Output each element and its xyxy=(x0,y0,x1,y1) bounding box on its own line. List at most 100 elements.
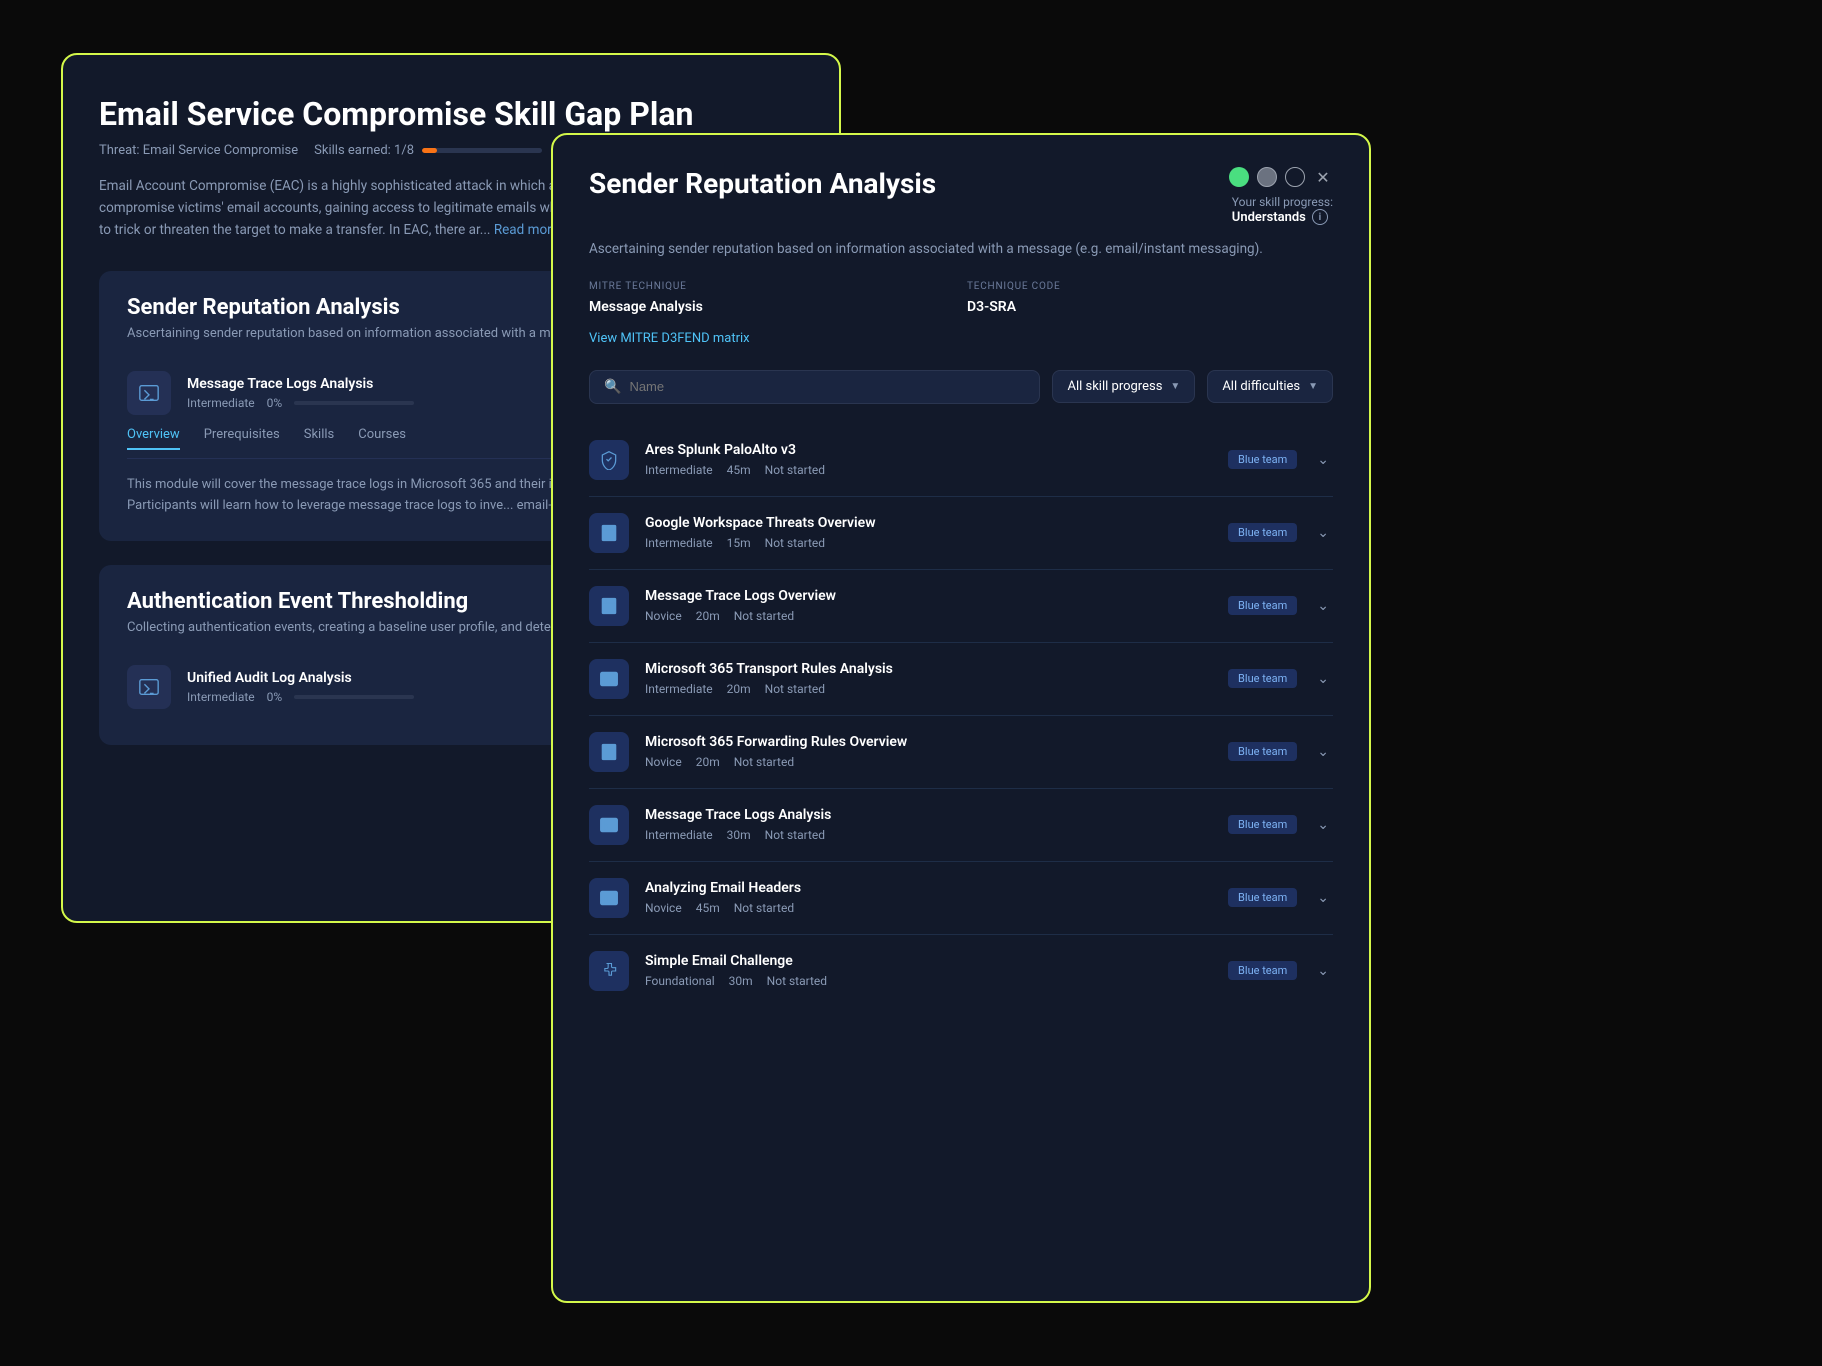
course-row[interactable]: Simple Email Challenge Foundational 30m … xyxy=(589,935,1333,1007)
chevron-down-icon-course-1[interactable]: ⌄ xyxy=(1313,521,1333,545)
course-meta-5: Intermediate 30m Not started xyxy=(645,828,1212,842)
course-status-1: Not started xyxy=(765,536,825,550)
course-name-6: Analyzing Email Headers xyxy=(645,880,1212,896)
course-name-3: Microsoft 365 Transport Rules Analysis xyxy=(645,661,1212,677)
chevron-down-icon-course-2[interactable]: ⌄ xyxy=(1313,594,1333,618)
blue-team-badge-1: Blue team xyxy=(1228,523,1297,542)
course-icon-6 xyxy=(589,878,629,918)
difficulty-filter[interactable]: All difficulties ▼ xyxy=(1207,370,1333,403)
course-row[interactable]: Message Trace Logs Analysis Intermediate… xyxy=(589,789,1333,862)
panel-description: Ascertaining sender reputation based on … xyxy=(589,239,1333,261)
chevron-down-icon-course-4[interactable]: ⌄ xyxy=(1313,740,1333,764)
skill-progress-value: Understands i xyxy=(1232,209,1333,225)
mitre-technique-value: Message Analysis xyxy=(589,299,703,315)
course-row[interactable]: Message Trace Logs Overview Novice 20m N… xyxy=(589,570,1333,643)
course-meta-1: Intermediate 15m Not started xyxy=(645,536,1212,550)
technique-code: TECHNIQUE CODE D3-SRA xyxy=(967,281,1333,315)
skill-progress-filter[interactable]: All skill progress ▼ xyxy=(1052,370,1195,403)
blue-team-badge-6: Blue team xyxy=(1228,888,1297,907)
search-input[interactable] xyxy=(629,379,1025,394)
wc-yellow[interactable] xyxy=(1257,167,1277,187)
course-row[interactable]: Microsoft 365 Transport Rules Analysis I… xyxy=(589,643,1333,716)
course-name-1: Google Workspace Threats Overview xyxy=(645,515,1212,531)
course-status-6: Not started xyxy=(734,901,794,915)
chevron-down-icon-course-3[interactable]: ⌄ xyxy=(1313,667,1333,691)
chevron-down-icon: ▼ xyxy=(1170,381,1180,392)
course-duration-0: 45m xyxy=(727,463,751,477)
panel-header: Sender Reputation Analysis ✕ Your skill … xyxy=(589,167,1333,225)
filters-row: 🔍 All skill progress ▼ All difficulties … xyxy=(589,370,1333,404)
blue-team-badge-4: Blue team xyxy=(1228,742,1297,761)
auth-module-icon xyxy=(127,665,171,709)
technique-code-value: D3-SRA xyxy=(967,299,1016,315)
blue-team-badge-5: Blue team xyxy=(1228,815,1297,834)
header-right: ✕ Your skill progress: Understands i xyxy=(1229,167,1333,225)
course-status-0: Not started xyxy=(765,463,825,477)
section-title: Sender Reputation Analysis xyxy=(127,295,400,320)
close-button[interactable]: ✕ xyxy=(1313,167,1333,187)
course-icon-5 xyxy=(589,805,629,845)
threat-label: Threat: Email Service Compromise xyxy=(99,143,298,158)
chevron-down-icon-2: ▼ xyxy=(1308,381,1318,392)
course-status-5: Not started xyxy=(765,828,825,842)
course-details-0: Ares Splunk PaloAlto v3 Intermediate 45m… xyxy=(645,442,1212,477)
module-difficulty: Intermediate xyxy=(187,396,255,410)
course-duration-6: 45m xyxy=(696,901,720,915)
course-duration-4: 20m xyxy=(696,755,720,769)
module-icon xyxy=(127,371,171,415)
skills-progress-bar xyxy=(422,148,542,153)
skills-progress-fill xyxy=(422,148,437,153)
auth-module-difficulty: Intermediate xyxy=(187,690,255,704)
course-icon-3 xyxy=(589,659,629,699)
chevron-down-icon-course-6[interactable]: ⌄ xyxy=(1313,886,1333,910)
info-icon[interactable]: i xyxy=(1312,209,1328,225)
tab-courses[interactable]: Courses xyxy=(358,427,406,450)
tab-prerequisites[interactable]: Prerequisites xyxy=(204,427,280,450)
chevron-down-icon-course-0[interactable]: ⌄ xyxy=(1313,448,1333,472)
module-progress-label: 0% xyxy=(267,396,283,410)
course-difficulty-2: Novice xyxy=(645,609,682,623)
course-details-1: Google Workspace Threats Overview Interm… xyxy=(645,515,1212,550)
read-more-link[interactable]: Read more xyxy=(494,222,559,238)
blue-team-badge-2: Blue team xyxy=(1228,596,1297,615)
course-row[interactable]: Ares Splunk PaloAlto v3 Intermediate 45m… xyxy=(589,424,1333,497)
wc-green[interactable] xyxy=(1229,167,1249,187)
tab-overview[interactable]: Overview xyxy=(127,427,180,450)
course-difficulty-1: Intermediate xyxy=(645,536,713,550)
course-difficulty-6: Novice xyxy=(645,901,682,915)
course-meta-2: Novice 20m Not started xyxy=(645,609,1212,623)
auth-progress-bar xyxy=(294,695,414,699)
terminal-icon xyxy=(138,382,160,404)
course-row[interactable]: Analyzing Email Headers Novice 45m Not s… xyxy=(589,862,1333,935)
search-box[interactable]: 🔍 xyxy=(589,370,1040,404)
tab-skills[interactable]: Skills xyxy=(304,427,335,450)
technique-code-label: TECHNIQUE CODE xyxy=(967,281,1333,292)
course-list: Ares Splunk PaloAlto v3 Intermediate 45m… xyxy=(589,424,1333,1007)
course-duration-5: 30m xyxy=(727,828,751,842)
course-name-4: Microsoft 365 Forwarding Rules Overview xyxy=(645,734,1212,750)
course-icon-1 xyxy=(589,513,629,553)
course-difficulty-4: Novice xyxy=(645,755,682,769)
course-difficulty-7: Foundational xyxy=(645,974,715,988)
chevron-down-icon-course-5[interactable]: ⌄ xyxy=(1313,813,1333,837)
course-row[interactable]: Google Workspace Threats Overview Interm… xyxy=(589,497,1333,570)
mitre-link[interactable]: View MITRE D3FEND matrix xyxy=(589,331,1333,346)
course-meta-3: Intermediate 20m Not started xyxy=(645,682,1212,696)
course-status-3: Not started xyxy=(765,682,825,696)
course-name-0: Ares Splunk PaloAlto v3 xyxy=(645,442,1212,458)
skills-earned-label: Skills earned: 1/8 xyxy=(314,143,414,158)
wc-outline[interactable] xyxy=(1285,167,1305,187)
chevron-down-icon-course-7[interactable]: ⌄ xyxy=(1313,959,1333,983)
course-details-6: Analyzing Email Headers Novice 45m Not s… xyxy=(645,880,1212,915)
course-details-7: Simple Email Challenge Foundational 30m … xyxy=(645,953,1212,988)
course-name-7: Simple Email Challenge xyxy=(645,953,1212,969)
blue-team-badge-7: Blue team xyxy=(1228,961,1297,980)
course-status-7: Not started xyxy=(767,974,827,988)
course-meta-6: Novice 45m Not started xyxy=(645,901,1212,915)
skill-gap-title: Email Service Compromise Skill Gap Plan xyxy=(99,95,803,133)
panel-front-title: Sender Reputation Analysis xyxy=(589,167,936,200)
course-row[interactable]: Microsoft 365 Forwarding Rules Overview … xyxy=(589,716,1333,789)
technique-grid: MITRE TECHNIQUE Message Analysis TECHNIQ… xyxy=(589,281,1333,315)
course-duration-1: 15m xyxy=(727,536,751,550)
course-status-2: Not started xyxy=(734,609,794,623)
